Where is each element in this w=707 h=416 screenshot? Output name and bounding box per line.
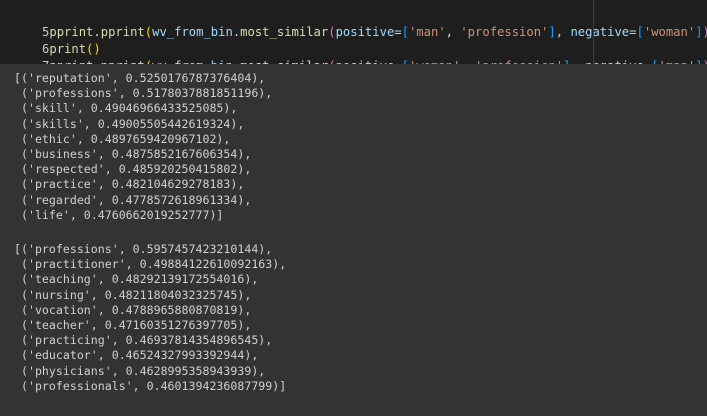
cell-output: [('reputation', 0.5250176787376404), ('p… (0, 64, 707, 416)
output-line: ('skills', 0.49005505442619324), (14, 116, 245, 131)
output-line: ('practicing', 0.46937814354896545), (14, 333, 273, 348)
output-line: ('professions', 0.5178037881851196), (14, 86, 273, 101)
output-line: ('practitioner', 0.49884122610092163), (14, 257, 287, 272)
output-line: ('teaching', 0.48292139172554016), (14, 272, 259, 287)
output-line: [('reputation', 0.5250176787376404), (14, 71, 266, 85)
code-editor[interactable]: 5pprint.pprint(wv_from_bin.most_similar(… (0, 0, 707, 73)
output-line: ('teacher', 0.47160351276397705), (14, 318, 252, 332)
output-line: ('ethic', 0.4897659420967102), (14, 131, 231, 146)
output-line: ('respected', 0.485920250415802), (14, 162, 252, 177)
output-line: ('life', 0.4760662019252777)] (14, 207, 224, 222)
output-line: ('physicians', 0.4628995358943939), (14, 363, 266, 378)
code-text: pprint.pprint(wv_from_bin.most_similar(p… (49, 25, 707, 39)
editor-ruler (593, 0, 594, 64)
code-line-5[interactable]: 5pprint.pprint(wv_from_bin.most_similar(… (0, 5, 707, 39)
output-line: ('nursing', 0.48211804032325745), (14, 287, 252, 302)
output-line: ('business', 0.4875852167606354), (14, 147, 252, 161)
output-line: ('vocation', 0.4788965880870819), (14, 302, 252, 317)
output-line: ('regarded', 0.4778572618961334), (14, 192, 252, 207)
output-line: ('skill', 0.49046966433525085), (14, 101, 238, 116)
code-line-6[interactable]: 6print() (0, 22, 101, 56)
output-line: ('professionals', 0.4601394236087799)] (14, 378, 287, 393)
output-line: ('educator', 0.46524327993392944), (14, 348, 259, 363)
output-line: [('professions', 0.5957457423210144), (14, 242, 273, 256)
code-line-7[interactable]: 7pprint.pprint(wv_from_bin.most_similar(… (0, 39, 707, 73)
output-line: ('practice', 0.482104629278183), (14, 177, 245, 192)
